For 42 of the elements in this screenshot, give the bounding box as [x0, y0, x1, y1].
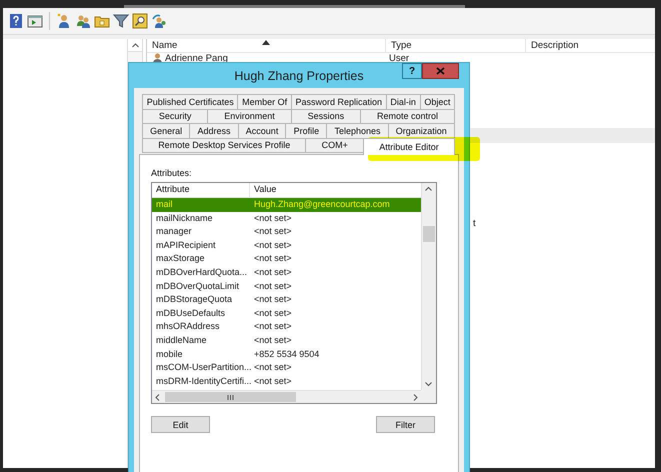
attribute-row[interactable]: msDRM-IdentityCertifi... <not set>: [152, 374, 421, 388]
column-header[interactable]: Name: [147, 39, 386, 52]
console-icon[interactable]: [27, 13, 43, 29]
dialog-button[interactable]: Filter: [376, 416, 435, 433]
attribute-row[interactable]: mDBOverQuotaLimit <not set>: [152, 280, 421, 294]
column-header[interactable]: Attribute: [152, 183, 250, 197]
attributes-list[interactable]: [151, 182, 437, 404]
attribute-row[interactable]: mDBStorageQuota <not set>: [152, 293, 421, 307]
tab[interactable]: Attribute Editor: [363, 138, 455, 154]
tab[interactable]: Remote Desktop Services Profile: [142, 138, 306, 153]
help-icon[interactable]: [8, 13, 24, 29]
column-header[interactable]: Type: [386, 39, 526, 52]
attribute-row[interactable]: mAPIRecipient <not set>: [152, 238, 421, 252]
column-header[interactable]: Value: [250, 183, 421, 197]
attribute-row[interactable]: msCOM-UserPartition... <not set>: [152, 361, 421, 375]
tab[interactable]: Published Certificates: [142, 94, 238, 110]
attribute-row[interactable]: mailNickname <not set>: [152, 212, 421, 226]
scroll-up-icon[interactable]: [132, 42, 138, 48]
attribute-row[interactable]: manager <not set>: [152, 225, 421, 239]
group-icon[interactable]: [75, 13, 91, 29]
close-button[interactable]: [422, 63, 459, 79]
new-user-icon[interactable]: [56, 13, 72, 29]
column-header[interactable]: Description: [526, 39, 655, 52]
attribute-row[interactable]: maxStorage <not set>: [152, 252, 421, 266]
filter-icon[interactable]: [113, 13, 129, 29]
grip-icon: [227, 394, 234, 400]
window-title: Hugh Zhang Properties: [234, 68, 364, 82]
attribute-row[interactable]: mDBUseDefaults <not set>: [152, 306, 421, 320]
tab[interactable]: Object: [420, 94, 456, 110]
type-cell: User: [389, 53, 410, 64]
dialog-button[interactable]: Edit: [151, 416, 210, 433]
attribute-row[interactable]: mobile +852 5534 9504: [152, 348, 421, 362]
tab[interactable]: Password Replication: [290, 94, 387, 110]
attribute-row[interactable]: mDBOverHardQuota... <not set>: [152, 266, 421, 280]
selected-row[interactable]: mail Hugh.Zhang@greencourtcap.com: [152, 198, 421, 212]
attribute-row[interactable]: middleName <not set>: [152, 334, 421, 348]
attributes-label: Attributes:: [151, 168, 192, 178]
users-icon[interactable]: [151, 13, 167, 29]
attribute-row[interactable]: mhsORAddress <not set>: [152, 320, 421, 334]
help-button[interactable]: ?: [402, 63, 422, 79]
search-icon[interactable]: [132, 13, 148, 29]
close-icon: [436, 67, 445, 75]
